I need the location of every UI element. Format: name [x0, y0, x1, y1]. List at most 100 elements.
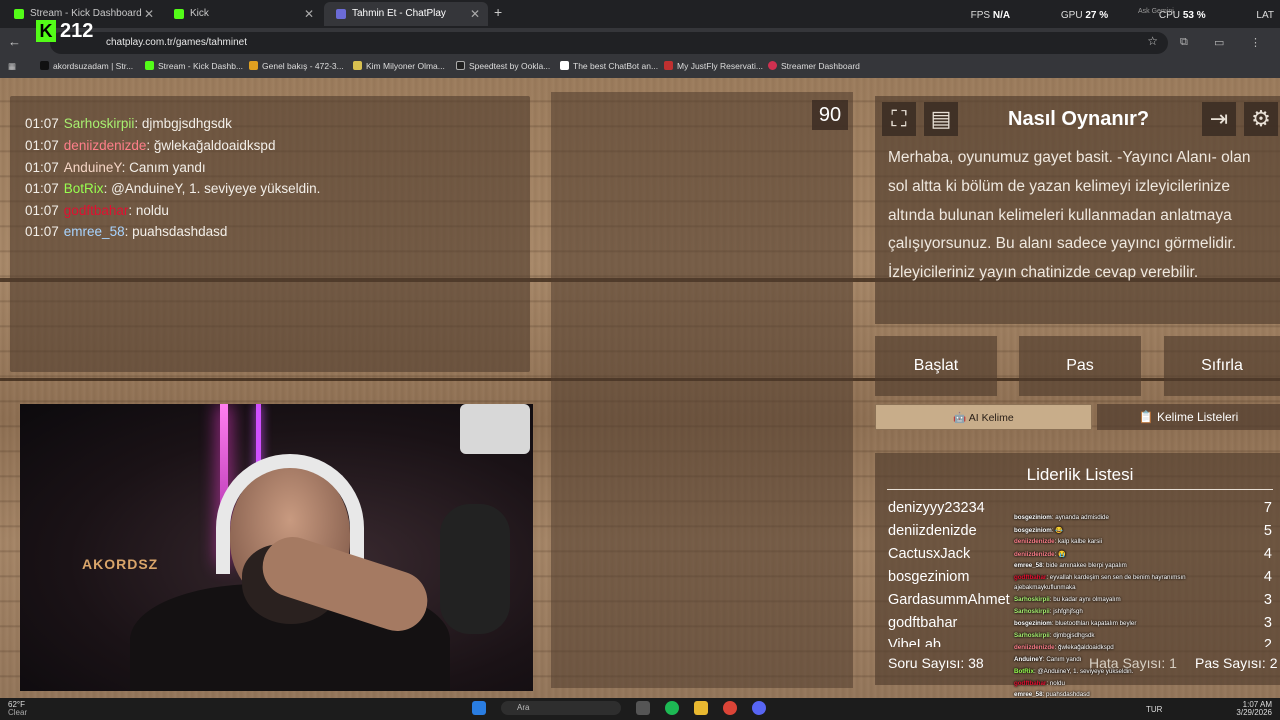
- overlay-chat-user: bosgeziniom: [1014, 620, 1052, 627]
- weather-condition: Clear: [8, 708, 28, 717]
- task-view-icon[interactable]: [636, 701, 650, 715]
- overlay-chat-user: AnduineY: [1014, 656, 1043, 663]
- performance-overlay: FPS N/A GPU 27 % CPU 53 % LAT: [923, 10, 1280, 26]
- system-clock[interactable]: 1:07 AM 3/29/2026: [1236, 701, 1272, 717]
- bookmark-item[interactable]: My JustFly Reservati...: [664, 61, 763, 71]
- chat-time: 01:07: [25, 138, 59, 153]
- chair-label: AKORDSZ: [82, 556, 159, 572]
- player-score: 4: [1263, 546, 1272, 562]
- file-explorer-icon[interactable]: [694, 701, 708, 715]
- kick-favicon-icon: [174, 9, 184, 19]
- player-name: GardasummAhmet: [888, 592, 1010, 608]
- overlay-chat-line: deniizdenizde: 😭: [1014, 550, 1066, 558]
- apps-grid-icon[interactable]: ▦: [8, 61, 16, 72]
- player-score: 5: [1263, 523, 1272, 539]
- search-label: Ara: [517, 703, 530, 712]
- overlay-chat-text: : ğwlekağaldoaidkspd: [1054, 644, 1114, 651]
- chat-time: 01:07: [25, 224, 59, 239]
- overlay-chat-user: Sarhoskirpii: [1014, 608, 1050, 615]
- overlay-chat-user: bosgeziniom: [1014, 527, 1052, 534]
- overlay-chat-text: : jshfghjfsgh: [1049, 608, 1083, 615]
- back-arrow-icon[interactable]: ←: [8, 34, 21, 49]
- tab-label: Kick: [190, 8, 209, 19]
- player-name: deniizdenizde: [888, 523, 977, 539]
- chat-text: : ğwlekağaldoaidkspd: [146, 138, 276, 153]
- weather-widget[interactable]: 62°F Clear: [8, 701, 27, 717]
- bookmark-item[interactable]: Speedtest by Ookla...: [456, 61, 550, 71]
- player-score: 4: [1263, 569, 1272, 585]
- chat-time: 01:07: [25, 160, 59, 175]
- player-name: godftbahar: [888, 615, 958, 631]
- bookmark-favicon-icon: [145, 61, 154, 70]
- sidepanel-icon[interactable]: ▭: [1214, 36, 1224, 49]
- tab-kick[interactable]: Kick ✕: [162, 2, 322, 26]
- bookmark-favicon-icon: [249, 61, 258, 70]
- bookmark-item[interactable]: Streamer Dashboard: [768, 61, 860, 71]
- overlay-chat-user: deniizdenizde: [1014, 551, 1055, 558]
- chat-username: emree_58: [63, 224, 125, 239]
- overlay-chat-line: ajebakmaykuflunmaka: [1014, 584, 1076, 591]
- bookmark-item[interactable]: akordsuzadam | Str...: [40, 61, 133, 71]
- close-tab-icon[interactable]: ✕: [470, 2, 480, 26]
- new-tab-button[interactable]: +: [494, 4, 502, 20]
- leaderboard-divider: [887, 489, 1273, 490]
- close-tab-icon[interactable]: ✕: [304, 2, 314, 26]
- overlay-chat-text: ajebakmaykuflunmaka: [1014, 584, 1076, 591]
- bookmark-item[interactable]: The best ChatBot an...: [560, 61, 658, 71]
- tab-chatplay[interactable]: Tahmin Et - ChatPlay ✕: [324, 2, 488, 26]
- chat-message: 01:07 deniizdenizde: ğwlekağaldoaidkspd: [25, 138, 275, 153]
- cpu-value: 53 %: [1182, 10, 1206, 21]
- player-name: CactusxJack: [888, 546, 971, 562]
- document-icon[interactable]: ▤: [924, 102, 958, 136]
- kick-viewer-counter: K 212: [36, 20, 93, 46]
- overlay-chat-line: emree_58: puahsdashdasd: [1014, 691, 1090, 698]
- windows-taskbar: 62°F Clear Ara TUR 1:07 AM 3/29/2026: [0, 698, 1280, 720]
- gpu-stat: GPU 27 %: [1037, 10, 1108, 21]
- tab-word-lists[interactable]: 📋 Kelime Listeleri: [1097, 404, 1280, 430]
- start-button[interactable]: Başlat: [875, 336, 997, 396]
- url-text[interactable]: chatplay.com.tr/games/tahminet: [106, 36, 247, 50]
- how-to-play-title: Nasıl Oynanır?: [1008, 108, 1150, 130]
- player-score: 2: [1263, 637, 1272, 647]
- chat-message: 01:07 emree_58: puahsdashdasd: [25, 224, 227, 239]
- discord-icon[interactable]: [752, 701, 766, 715]
- chat-message: 01:07 godftbahar: noldu: [25, 203, 169, 218]
- bookmark-label: Speedtest by Ookla...: [469, 61, 551, 71]
- input-language[interactable]: TUR: [1146, 705, 1162, 714]
- bookmark-item[interactable]: Stream - Kick Dashb...: [145, 61, 243, 71]
- player-score: 7: [1263, 500, 1272, 516]
- close-tab-icon[interactable]: ✕: [144, 2, 154, 26]
- bookmark-favicon-icon: [353, 61, 362, 70]
- chat-message: 01:07 AnduineY: Canım yandı: [25, 160, 206, 175]
- exit-icon[interactable]: ⇥: [1202, 102, 1236, 136]
- bookmark-star-icon[interactable]: ☆: [1147, 34, 1158, 48]
- menu-kebab-icon[interactable]: ⋮: [1250, 36, 1261, 49]
- question-count: Soru Sayısı: 38: [888, 655, 984, 671]
- chat-text: : djmbgjsdhgsdk: [134, 116, 232, 131]
- pass-button[interactable]: Pas: [1019, 336, 1141, 396]
- start-menu-icon[interactable]: [472, 701, 486, 715]
- overlay-chat-line: BotRix: @AnduineY, 1. seviyeye yükseldin…: [1014, 668, 1133, 675]
- address-bar-row: ← chatplay.com.tr/games/tahminet ☆ ⧉ ▭ ⋮: [0, 28, 1280, 58]
- chat-username: BotRix: [63, 181, 104, 196]
- omnibox[interactable]: chatplay.com.tr/games/tahminet ☆: [50, 32, 1168, 54]
- bookmark-item[interactable]: Kim Milyoner Olma...: [353, 61, 445, 71]
- bookmark-label: Kim Milyoner Olma...: [366, 61, 445, 71]
- settings-gear-icon[interactable]: ⚙: [1244, 102, 1278, 136]
- overlay-chat-line: AnduineY: Canım yandı: [1014, 656, 1081, 663]
- overlay-chat-line: Sarhoskirpii: jshfghjfsgh: [1014, 608, 1083, 615]
- spotify-icon[interactable]: [665, 701, 679, 715]
- chrome-icon[interactable]: [723, 701, 737, 715]
- taskbar-search[interactable]: Ara: [501, 701, 621, 715]
- leaderboard-title: Liderlik Listesi: [1026, 465, 1134, 484]
- bookmark-favicon-icon: [768, 61, 777, 70]
- fullscreen-icon[interactable]: ⛶: [882, 102, 916, 136]
- bookmark-item[interactable]: Genel bakış - 472-3...: [249, 61, 344, 71]
- reset-button[interactable]: Sıfırla: [1164, 336, 1280, 396]
- extensions-icon[interactable]: ⧉: [1180, 36, 1188, 49]
- bookmark-favicon-icon: [456, 61, 465, 70]
- overlay-chat-user: Sarhoskirpii: [1014, 596, 1050, 603]
- chat-message: 01:07 BotRix: @AnduineY, 1. seviyeye yüks…: [25, 181, 320, 196]
- tab-ai-word[interactable]: 🤖 AI Kelime: [875, 404, 1092, 430]
- chat-time: 01:07: [25, 181, 59, 196]
